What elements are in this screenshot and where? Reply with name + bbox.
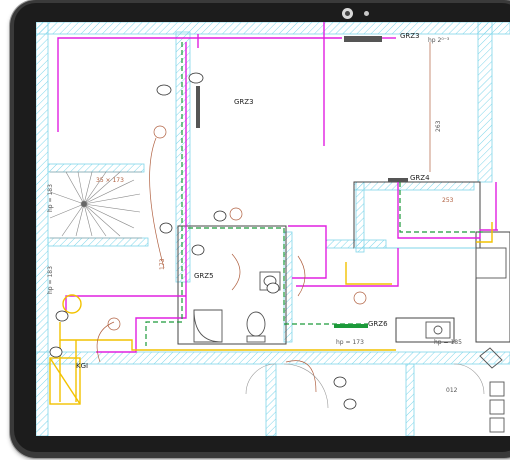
cad-viewport[interactable]: GRZ3 hp 2⁰⁻³ GRZ3 GRZ4 GRZ5 GRZ6 KGI hp … (36, 22, 510, 436)
label-grz3-room: GRZ3 (234, 98, 254, 106)
label-grz5: GRZ5 (194, 272, 214, 280)
label-dim-253: 253 (442, 197, 454, 204)
label-grz4: GRZ4 (410, 174, 430, 182)
label-kgi: KGI (76, 362, 88, 370)
label-hp-bottom: hp = 173 (336, 339, 364, 346)
label-dim-173: 173 (159, 258, 166, 270)
label-dim-small: 35 × 173 (96, 177, 124, 184)
label-num-012: 012 (446, 387, 458, 394)
walls (36, 22, 510, 436)
sensor-dot (364, 11, 369, 16)
label-dim-263: 263 (435, 120, 442, 132)
label-hp-kitchen: hp = 185 (434, 339, 462, 346)
label-hp-stair: hp = 183 (47, 184, 54, 212)
dimension-marks (96, 42, 431, 393)
door-swings (245, 363, 485, 409)
label-grz6: GRZ6 (368, 320, 388, 328)
label-hp-stair-2: hp = 183 (47, 266, 54, 294)
camera-icon (342, 8, 353, 19)
label-grz3-top: GRZ3 (400, 32, 420, 40)
partitions (177, 181, 510, 345)
label-hp-top: hp 2⁰⁻³ (428, 37, 450, 44)
floor-plan-drawing: GRZ3 hp 2⁰⁻³ GRZ3 GRZ4 GRZ5 GRZ6 KGI hp … (36, 22, 510, 436)
